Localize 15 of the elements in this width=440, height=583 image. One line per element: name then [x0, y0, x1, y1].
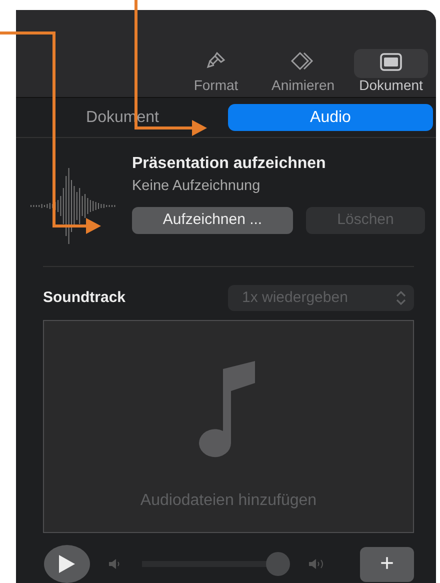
add-button[interactable]: + — [360, 546, 414, 582]
record-button[interactable]: Aufzeichnen ... — [132, 206, 293, 234]
diamonds-icon — [290, 50, 316, 71]
recording-status: Keine Aufzeichnung — [132, 177, 262, 196]
screen-icon — [380, 52, 402, 71]
play-icon — [58, 554, 76, 574]
play-button[interactable] — [44, 545, 90, 583]
brush-icon — [206, 50, 226, 71]
updown-chevron-icon — [396, 291, 406, 305]
toolbar-button[interactable]: Animieren — [260, 42, 346, 93]
toolbar-button[interactable]: Format — [176, 42, 256, 93]
soundtrack-label: Soundtrack — [43, 288, 126, 308]
volume-low-icon — [108, 557, 122, 571]
tab[interactable]: Audio — [228, 104, 433, 131]
recording-title: Präsentation aufzeichnen — [132, 154, 327, 174]
